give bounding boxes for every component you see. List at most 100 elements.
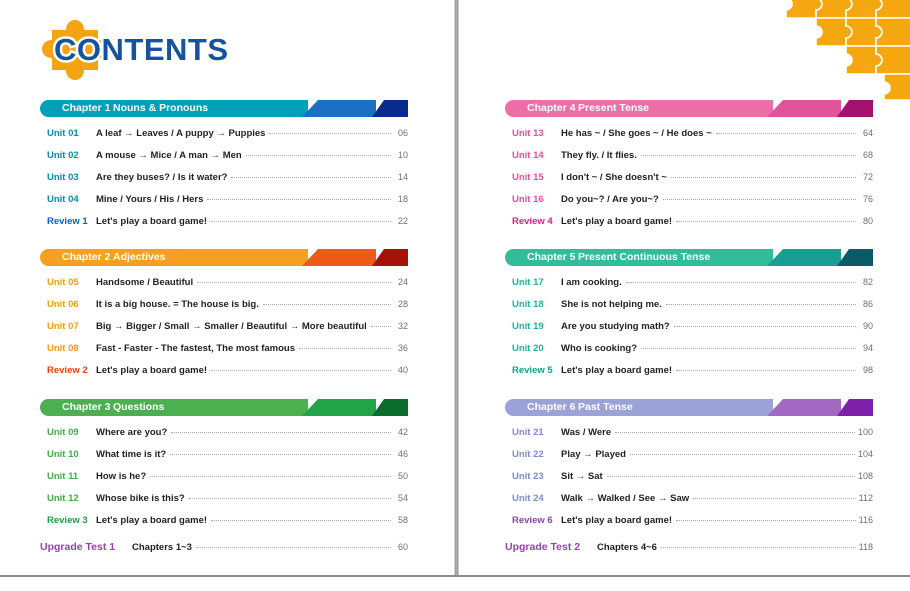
leader-dots bbox=[211, 221, 391, 222]
unit-row[interactable]: Unit 14 They fly. / It flies. 68 bbox=[505, 150, 873, 172]
chapter-number: Chapter 4 bbox=[527, 102, 576, 114]
unit-list: Unit 09 Where are you? 42 Unit 10 What time … bbox=[40, 427, 408, 537]
unit-label: Unit 10 bbox=[47, 449, 79, 460]
chapter-header-bar[interactable]: Chapter 6 Past Tense bbox=[505, 399, 873, 416]
unit-row[interactable]: Unit 22 Play → Played 104 bbox=[505, 449, 873, 471]
unit-page-number: 98 bbox=[862, 365, 873, 375]
left-page: CONTENTS Chapter 1 Nouns & Pronouns Unit 0… bbox=[0, 0, 454, 576]
unit-label: Unit 23 bbox=[512, 471, 544, 482]
unit-row[interactable]: Unit 01 A leaf → Leaves / A puppy → Puppi… bbox=[40, 128, 408, 150]
leader-dots bbox=[629, 454, 855, 455]
unit-page-number: 46 bbox=[397, 449, 408, 459]
chapter-bar-label: Chapter 4 Present Tense bbox=[505, 100, 649, 117]
unit-row[interactable]: Unit 16 Do you~? / Are you~? 76 bbox=[505, 194, 873, 216]
unit-row[interactable]: Unit 20 Who is cooking? 94 bbox=[505, 343, 873, 365]
unit-label: Unit 08 bbox=[47, 343, 79, 354]
review-row[interactable]: Review 1 Let's play a board game! 22 bbox=[40, 216, 408, 238]
chapter-header-bar[interactable]: Chapter 4 Present Tense bbox=[505, 100, 873, 117]
unit-title: A leaf → Leaves / A puppy → Puppies bbox=[96, 128, 266, 139]
leader-dots bbox=[673, 326, 856, 327]
unit-row[interactable]: Unit 03 Are they buses? / Is it water? 14 bbox=[40, 172, 408, 194]
leader-dots bbox=[197, 282, 391, 283]
review-label: Review 5 bbox=[512, 365, 553, 376]
unit-title: A mouse → Mice / A man → Men bbox=[96, 150, 242, 161]
bottom-rule bbox=[0, 575, 910, 577]
chapter-bar-label: Chapter 5 Present Continuous Tense bbox=[505, 249, 710, 266]
review-row[interactable]: Review 6 Let's play a board game! 116 bbox=[505, 515, 873, 537]
review-row[interactable]: Review 3 Let's play a board game! 58 bbox=[40, 515, 408, 537]
review-label: Review 2 bbox=[47, 365, 88, 376]
unit-row[interactable]: Unit 06 It is a big house. = The house is… bbox=[40, 299, 408, 321]
unit-label: Unit 17 bbox=[512, 277, 544, 288]
unit-title: Whose bike is this? bbox=[96, 493, 185, 504]
review-row[interactable]: Review 2 Let's play a board game! 40 bbox=[40, 365, 408, 387]
chapter-header-bar[interactable]: Chapter 5 Present Continuous Tense bbox=[505, 249, 873, 266]
unit-title: Are they buses? / Is it water? bbox=[96, 172, 228, 183]
unit-row[interactable]: Unit 15 I don't ~ / She doesn't ~ 72 bbox=[505, 172, 873, 194]
upgrade-test-row[interactable]: Upgrade Test 1 Chapters 1~3 60 bbox=[40, 541, 408, 553]
chapter-block: Chapter 3 Questions Unit 09 Where are you? 4… bbox=[40, 399, 408, 537]
unit-row[interactable]: Unit 08 Fast - Faster - The fastest, The … bbox=[40, 343, 408, 365]
unit-row[interactable]: Unit 11 How is he? 50 bbox=[40, 471, 408, 493]
leader-dots bbox=[606, 476, 855, 477]
unit-title: Mine / Yours / His / Hers bbox=[96, 194, 204, 205]
chapter-bar-label: Chapter 6 Past Tense bbox=[505, 399, 633, 416]
leader-dots bbox=[676, 520, 856, 521]
chapter-block: Chapter 6 Past Tense Unit 21 Was / Were 100 U… bbox=[505, 399, 873, 537]
chapter-bar-label: Chapter 2 Adjectives bbox=[40, 249, 166, 266]
unit-label: Unit 13 bbox=[512, 128, 544, 139]
leader-dots bbox=[676, 221, 856, 222]
chapter-header-bar[interactable]: Chapter 1 Nouns & Pronouns bbox=[40, 100, 408, 117]
unit-page-number: 82 bbox=[862, 277, 873, 287]
unit-row[interactable]: Unit 24 Walk → Walked / See → Saw 112 bbox=[505, 493, 873, 515]
unit-label: Unit 18 bbox=[512, 299, 544, 310]
chapter-block: Chapter 4 Present Tense Unit 13 He has ~ / … bbox=[505, 100, 873, 238]
unit-row[interactable]: Unit 04 Mine / Yours / His / Hers 18 bbox=[40, 194, 408, 216]
unit-row[interactable]: Unit 19 Are you studying math? 90 bbox=[505, 321, 873, 343]
chapter-bar-end bbox=[372, 399, 408, 416]
leader-dots bbox=[170, 454, 391, 455]
chapter-number: Chapter 6 bbox=[527, 401, 576, 413]
unit-row[interactable]: Unit 07 Big → Bigger / Small → Smaller / … bbox=[40, 321, 408, 343]
chapter-number: Chapter 5 bbox=[527, 251, 576, 263]
leader-dots bbox=[715, 133, 856, 134]
leader-dots bbox=[662, 199, 856, 200]
unit-row[interactable]: Unit 23 Sit → Sat 108 bbox=[505, 471, 873, 493]
unit-row[interactable]: Unit 21 Was / Were 100 bbox=[505, 427, 873, 449]
unit-list: Unit 21 Was / Were 100 Unit 22 Play → Played… bbox=[505, 427, 873, 537]
unit-row[interactable]: Unit 12 Whose bike is this? 54 bbox=[40, 493, 408, 515]
upgrade-test-label: Upgrade Test 1 bbox=[40, 541, 116, 553]
unit-label: Unit 01 bbox=[47, 128, 79, 139]
unit-label: Unit 22 bbox=[512, 449, 544, 460]
leader-dots bbox=[615, 432, 855, 433]
unit-row[interactable]: Unit 17 I am cooking. 82 bbox=[505, 277, 873, 299]
review-label: Review 6 bbox=[512, 515, 553, 526]
chapter-number: Chapter 1 bbox=[62, 102, 111, 114]
leader-dots bbox=[370, 326, 391, 327]
unit-title: Was / Were bbox=[561, 427, 612, 438]
unit-page-number: 18 bbox=[397, 194, 408, 204]
contents-title: CONTENTS bbox=[52, 30, 231, 70]
chapter-bar-end bbox=[837, 399, 873, 416]
unit-row[interactable]: Unit 18 She is not helping me. 86 bbox=[505, 299, 873, 321]
unit-title: Where are you? bbox=[96, 427, 168, 438]
unit-title: Let's play a board game! bbox=[561, 365, 673, 376]
unit-title: Let's play a board game! bbox=[96, 365, 208, 376]
unit-row[interactable]: Unit 13 He has ~ / She goes ~ / He does ~… bbox=[505, 128, 873, 150]
unit-row[interactable]: Unit 09 Where are you? 42 bbox=[40, 427, 408, 449]
unit-title: Handsome / Beautiful bbox=[96, 277, 194, 288]
chapter-block: Chapter 5 Present Continuous Tense Unit 17… bbox=[505, 249, 873, 387]
unit-row[interactable]: Unit 05 Handsome / Beautiful 24 bbox=[40, 277, 408, 299]
review-row[interactable]: Review 5 Let's play a board game! 98 bbox=[505, 365, 873, 387]
chapter-header-bar[interactable]: Chapter 3 Questions bbox=[40, 399, 408, 416]
unit-page-number: 14 bbox=[397, 172, 408, 182]
unit-row[interactable]: Unit 02 A mouse → Mice / A man → Men 10 bbox=[40, 150, 408, 172]
review-row[interactable]: Review 4 Let's play a board game! 80 bbox=[505, 216, 873, 238]
leader-dots bbox=[211, 370, 391, 371]
unit-label: Unit 14 bbox=[512, 150, 544, 161]
unit-page-number: 54 bbox=[397, 493, 408, 503]
upgrade-test-row[interactable]: Upgrade Test 2 Chapters 4~6 118 bbox=[505, 541, 873, 553]
unit-row[interactable]: Unit 10 What time is it? 46 bbox=[40, 449, 408, 471]
chapter-header-bar[interactable]: Chapter 2 Adjectives bbox=[40, 249, 408, 266]
unit-page-number: 68 bbox=[862, 150, 873, 160]
